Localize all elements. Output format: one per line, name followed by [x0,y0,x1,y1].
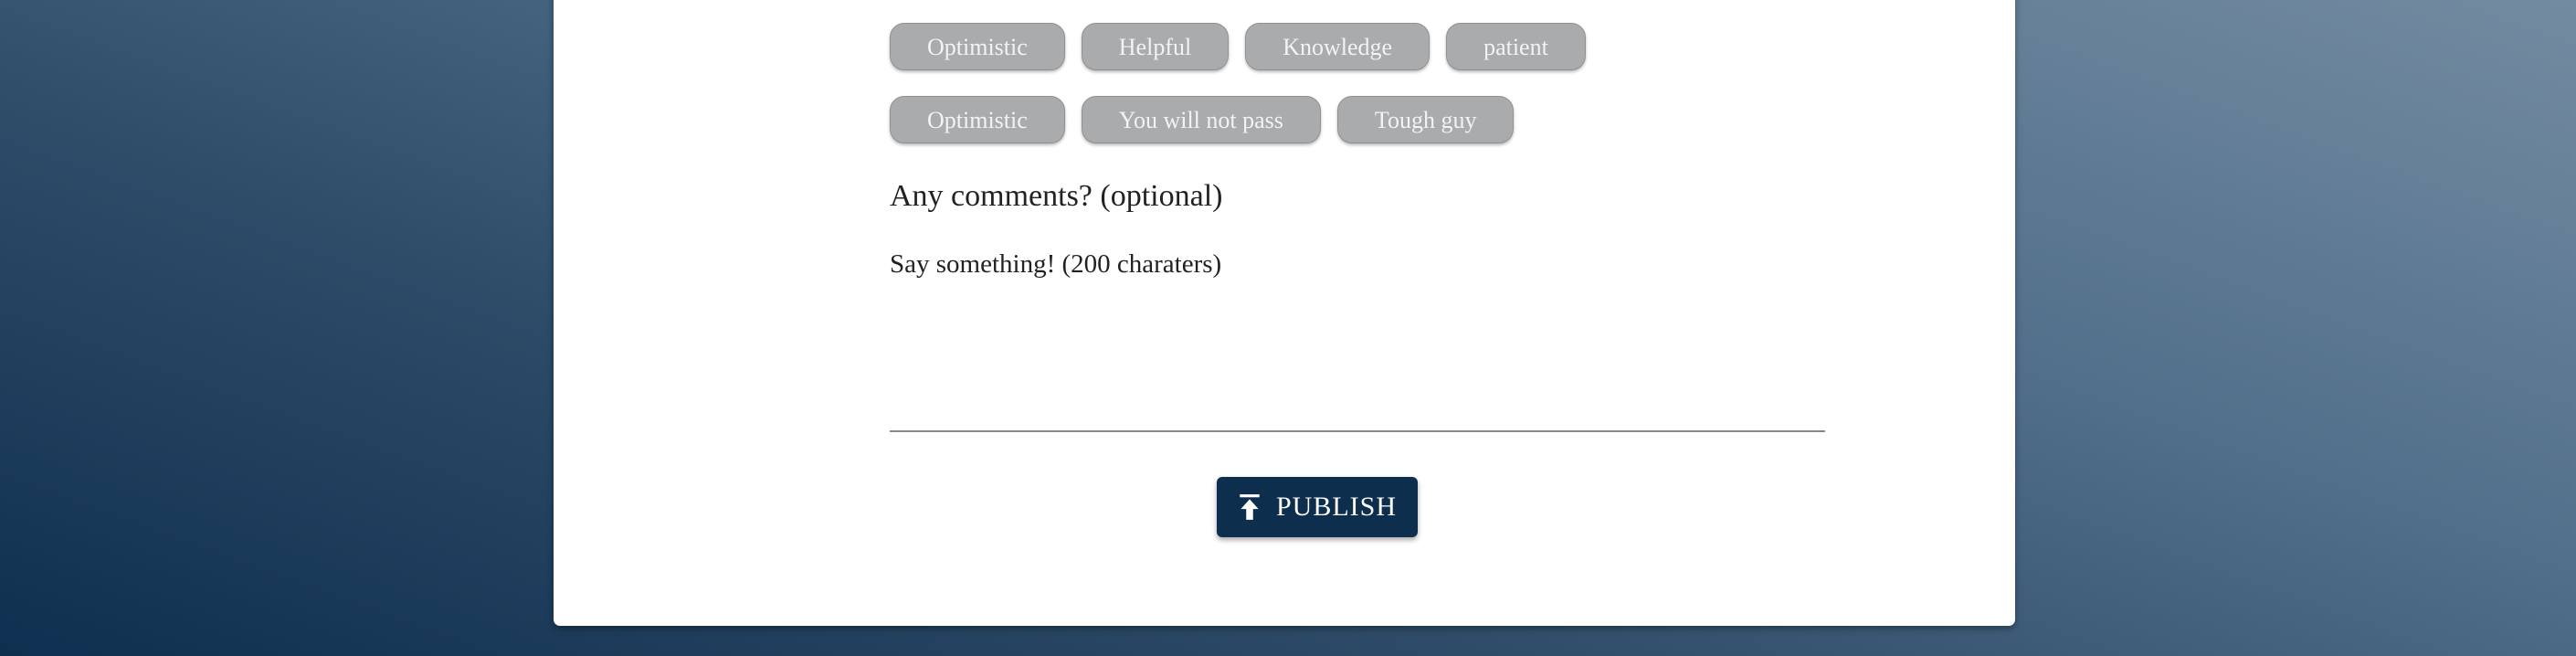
comment-textarea[interactable] [890,249,1825,432]
tag-chip-you-will-not-pass[interactable]: You will not pass [1081,96,1321,143]
tag-chip-optimistic-2[interactable]: Optimistic [890,96,1065,143]
tag-chip-tough-guy[interactable]: Tough guy [1336,96,1515,143]
tag-chip-helpful[interactable]: Helpful [1081,23,1230,70]
tag-chip-knowledge[interactable]: Knowledge [1245,23,1431,70]
tag-row-1: Optimistic Helpful Knowledge patient [890,23,1586,70]
publish-icon [1238,493,1262,521]
comments-title: Any comments? (optional) [890,179,1223,213]
review-card: Optimistic Helpful Knowledge patient Opt… [554,0,2015,626]
tag-chip-optimistic[interactable]: Optimistic [890,23,1065,70]
tag-chip-patient[interactable]: patient [1446,23,1586,70]
tag-row-2: Optimistic You will not pass Tough guy [890,96,1515,143]
publish-button[interactable]: PUBLISH [1217,477,1418,537]
publish-label: PUBLISH [1275,492,1398,522]
